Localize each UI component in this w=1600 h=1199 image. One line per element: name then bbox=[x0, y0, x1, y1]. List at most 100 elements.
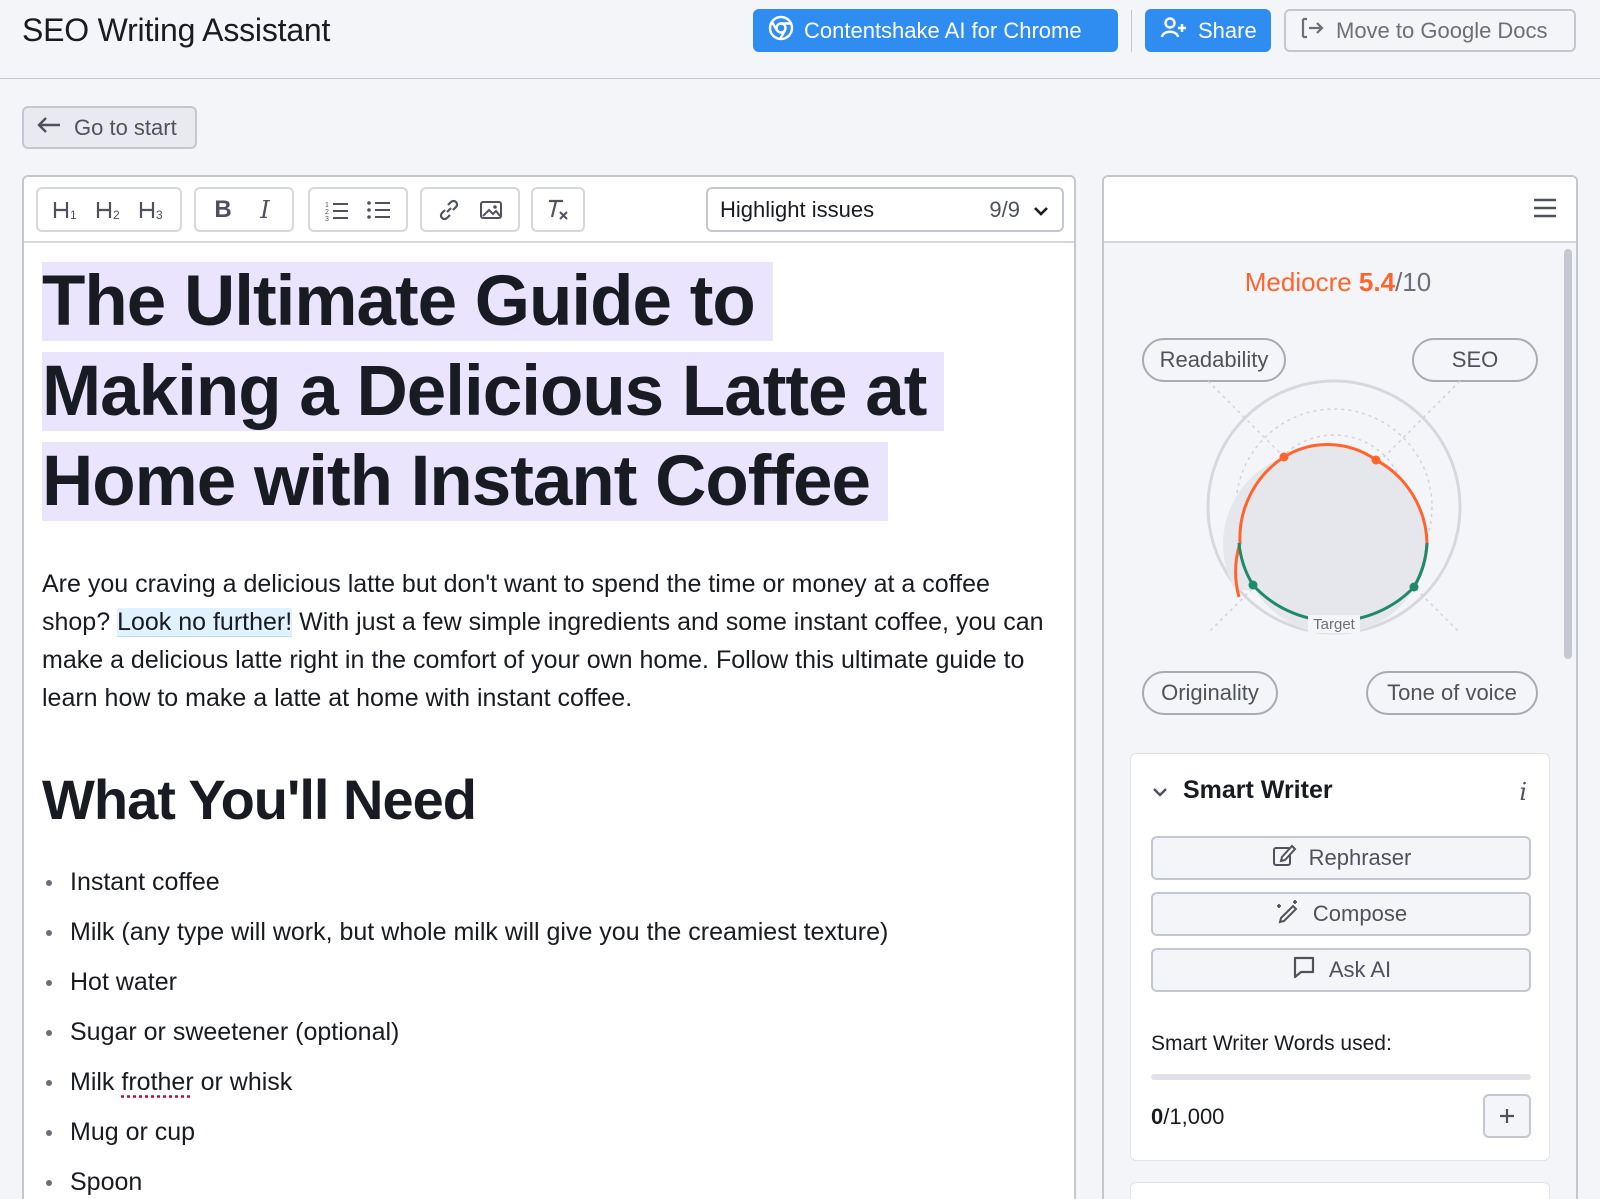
document-title: The Ultimate Guide to Making a Delicious… bbox=[42, 257, 1052, 527]
ordered-list-icon: 123 bbox=[325, 202, 348, 222]
add-words-button[interactable] bbox=[1483, 1094, 1531, 1138]
spelling-issue[interactable]: frother bbox=[121, 1068, 193, 1096]
image-button[interactable] bbox=[470, 191, 512, 229]
format-group: B I bbox=[194, 187, 294, 232]
link-button[interactable] bbox=[428, 191, 470, 229]
move-to-google-docs-label: Move to Google Docs bbox=[1336, 17, 1548, 43]
svg-text:2: 2 bbox=[325, 209, 329, 216]
menu-button[interactable] bbox=[1530, 193, 1560, 223]
compose-label: Compose bbox=[1312, 901, 1408, 926]
header-divider bbox=[1131, 10, 1132, 52]
ask-ai-button[interactable]: Ask AI bbox=[1151, 948, 1531, 992]
svg-text:3: 3 bbox=[325, 216, 329, 222]
words-used-label: Smart Writer Words used: bbox=[1151, 1032, 1392, 1055]
list-item: Spoon bbox=[42, 1157, 1052, 1199]
intro-paragraph: Are you craving a delicious latte but do… bbox=[42, 565, 1052, 717]
title-line: Home with Instant Coffee bbox=[42, 442, 889, 521]
panel-scrollbar[interactable] bbox=[1564, 249, 1572, 659]
originality-pill[interactable]: Originality bbox=[1142, 671, 1278, 715]
editor-toolbar: 1 2 3 B I 123 Highlight issues 9/9 bbox=[24, 177, 1074, 243]
clear-format-button[interactable] bbox=[539, 191, 577, 229]
list-group: 123 bbox=[308, 187, 408, 232]
magic-pen-icon bbox=[1275, 898, 1301, 930]
heading-group: 1 2 3 bbox=[36, 187, 182, 232]
share-button[interactable]: Share bbox=[1145, 9, 1271, 52]
smart-writer-toggle[interactable]: Smart Writer bbox=[1151, 776, 1333, 805]
chevron-down-icon bbox=[1151, 776, 1169, 805]
tone-of-voice-pill[interactable]: Tone of voice bbox=[1366, 671, 1538, 715]
list-item: Milk frother or whisk bbox=[42, 1057, 1052, 1107]
list-item: Hot water bbox=[42, 957, 1052, 1007]
bold-label: B bbox=[214, 195, 232, 223]
ordered-list-button[interactable]: 123 bbox=[316, 191, 358, 229]
app-title: SEO Writing Assistant bbox=[22, 12, 331, 48]
rephraser-button[interactable]: Rephraser bbox=[1151, 836, 1531, 880]
highlight-issues-label: Highlight issues bbox=[720, 196, 875, 222]
list-item: Mug or cup bbox=[42, 1107, 1052, 1157]
go-to-start-button[interactable]: Go to start bbox=[22, 106, 197, 149]
hamburger-icon bbox=[1534, 198, 1556, 218]
contentshake-chrome-button[interactable]: Contentshake AI for Chrome bbox=[753, 9, 1118, 52]
edit-icon bbox=[1271, 842, 1297, 874]
add-user-icon bbox=[1160, 16, 1188, 46]
score-radar-chart: Target bbox=[1206, 379, 1462, 635]
heading-3-button[interactable]: 3 bbox=[131, 191, 174, 229]
chevron-down-icon bbox=[1032, 197, 1050, 223]
words-used-progress bbox=[1151, 1074, 1531, 1080]
list-item-text: or whisk bbox=[193, 1068, 293, 1096]
app-header: SEO Writing Assistant Contentshake AI fo… bbox=[0, 0, 1600, 79]
go-to-start-label: Go to start bbox=[74, 114, 177, 140]
move-to-google-docs-button[interactable]: Move to Google Docs bbox=[1284, 9, 1576, 52]
readability-pill[interactable]: Readability bbox=[1142, 338, 1286, 382]
highlighted-phrase[interactable]: Look no further! bbox=[117, 608, 293, 637]
radar-point-seo bbox=[1371, 455, 1381, 465]
rephraser-label: Rephraser bbox=[1308, 845, 1412, 870]
radar-point-tone bbox=[1409, 582, 1419, 592]
italic-label: I bbox=[260, 195, 270, 224]
score-value: 5.4 bbox=[1358, 267, 1396, 297]
overall-score: Mediocre 5.4/10 bbox=[1104, 267, 1572, 298]
info-icon[interactable]: i bbox=[1519, 778, 1527, 806]
list-item-text: Milk bbox=[70, 1068, 122, 1096]
seo-pill[interactable]: SEO bbox=[1412, 338, 1538, 382]
text-editor[interactable]: 1 2 3 B I 123 Highlight issues 9/9 The U… bbox=[22, 175, 1076, 1199]
title-line: The Ultimate Guide to bbox=[42, 262, 773, 341]
heading-1-button[interactable]: 1 bbox=[44, 191, 87, 229]
compose-button[interactable]: Compose bbox=[1151, 892, 1531, 936]
list-item: Instant coffee bbox=[42, 857, 1052, 907]
highlight-issues-count: 9/9 bbox=[989, 196, 1020, 222]
score-label: Mediocre bbox=[1244, 267, 1352, 297]
contentshake-chrome-label: Contentshake AI for Chrome bbox=[804, 17, 1082, 43]
list-item: Sugar or sweetener (optional) bbox=[42, 1007, 1052, 1057]
clear-format-icon bbox=[549, 199, 568, 220]
italic-button[interactable]: I bbox=[244, 191, 286, 229]
ingredients-list: Instant coffee Milk (any type will work,… bbox=[42, 857, 1052, 1199]
share-label: Share bbox=[1198, 17, 1257, 43]
svg-text:3: 3 bbox=[156, 208, 163, 222]
panel-header bbox=[1104, 177, 1576, 243]
smart-writer-title: Smart Writer bbox=[1183, 776, 1333, 804]
score-max: /10 bbox=[1395, 267, 1432, 297]
svg-text:1: 1 bbox=[70, 208, 77, 222]
heading-2-button[interactable]: 2 bbox=[87, 191, 130, 229]
radar-point-readability bbox=[1279, 452, 1289, 462]
words-used-count: 0/1,000 bbox=[1151, 1104, 1224, 1130]
image-icon bbox=[480, 200, 502, 219]
link-icon bbox=[439, 199, 459, 220]
list-item: Milk (any type will work, but whole milk… bbox=[42, 907, 1052, 957]
arrow-left-icon bbox=[36, 115, 62, 141]
svg-text:2: 2 bbox=[113, 208, 120, 222]
title-line: Making a Delicious Latte at bbox=[42, 352, 945, 431]
section-heading: What You'll Need bbox=[42, 768, 477, 831]
highlight-issues-dropdown[interactable]: Highlight issues 9/9 bbox=[706, 187, 1064, 232]
words-used-value: 0 bbox=[1151, 1104, 1164, 1129]
next-panel-card bbox=[1130, 1182, 1550, 1199]
words-limit-value: /1,000 bbox=[1163, 1104, 1225, 1129]
bullet-list-button[interactable] bbox=[358, 191, 400, 229]
document-content[interactable]: The Ultimate Guide to Making a Delicious… bbox=[42, 257, 1052, 1199]
score-panel: Mediocre 5.4/10 Readability SEO Original… bbox=[1102, 175, 1578, 1199]
clear-group bbox=[531, 187, 585, 232]
radar-point-originality bbox=[1248, 580, 1258, 590]
bold-button[interactable]: B bbox=[202, 191, 244, 229]
chat-bubble-icon bbox=[1291, 954, 1317, 986]
